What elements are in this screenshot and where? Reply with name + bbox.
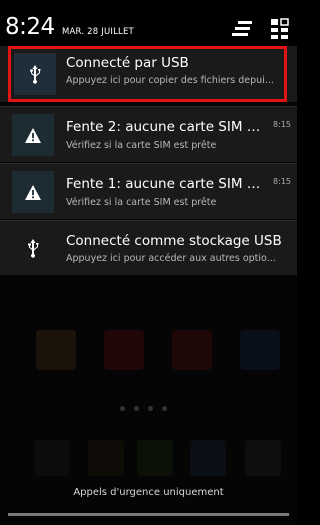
warning-icon xyxy=(25,184,41,200)
notification-icon-box xyxy=(12,114,54,156)
usb-icon xyxy=(28,239,39,258)
shade-drag-handle[interactable] xyxy=(8,513,289,516)
homescreen-app-icon xyxy=(240,330,280,370)
homescreen-app-icon xyxy=(36,330,76,370)
notification-title: Fente 1: aucune carte SIM dé... xyxy=(66,176,264,192)
homescreen-app-icon xyxy=(172,330,212,370)
notification-usb-storage[interactable]: Connecté comme stockage USB Appuyez ici … xyxy=(0,221,297,275)
clock: 8:24 xyxy=(5,14,55,40)
notification-subtitle: Vérifiez si la carte SIM est prête xyxy=(66,140,217,151)
dock-app-icon xyxy=(137,440,173,476)
notification-sim-slot-2[interactable]: Fente 2: aucune carte SIM dé... Vérifiez… xyxy=(0,107,297,162)
dock-app-icon xyxy=(190,440,226,476)
notification-shade-header: 8:24 MAR. 28 JUILLET xyxy=(0,0,297,46)
notification-title: Connecté par USB xyxy=(66,55,189,71)
notification-title: Connecté comme stockage USB xyxy=(66,233,282,249)
notification-icon-box xyxy=(14,53,56,95)
notification-icon-box xyxy=(12,227,54,269)
notification-title: Fente 2: aucune carte SIM dé... xyxy=(66,119,264,135)
notification-subtitle: Vérifiez si la carte SIM est prête xyxy=(66,197,217,208)
notification-icon-box xyxy=(12,171,54,213)
warning-icon xyxy=(25,127,41,143)
notification-usb-connected[interactable]: Connecté par USB Appuyez ici pour copier… xyxy=(0,46,297,102)
notification-clear-icon[interactable] xyxy=(232,19,254,39)
notification-time: 8:15 xyxy=(273,177,291,186)
notification-sim-slot-1[interactable]: Fente 1: aucune carte SIM dé... Vérifiez… xyxy=(0,164,297,219)
dock-app-icon xyxy=(34,440,70,476)
homescreen-app-icon xyxy=(104,330,144,370)
notification-subtitle: Appuyez ici pour copier des fichiers dep… xyxy=(66,75,274,86)
date: MAR. 28 JUILLET xyxy=(62,27,134,37)
dock-app-icon xyxy=(245,440,281,476)
homescreen-page-indicator xyxy=(120,396,180,411)
notification-subtitle: Appuyez ici pour accéder aux autres opti… xyxy=(66,253,276,264)
emergency-calls-only-label: Appels d'urgence uniquement xyxy=(73,487,224,498)
dock-app-icon xyxy=(88,440,124,476)
notification-time: 8:15 xyxy=(273,120,291,129)
quick-settings-icon[interactable] xyxy=(270,18,290,40)
usb-icon xyxy=(30,65,41,84)
